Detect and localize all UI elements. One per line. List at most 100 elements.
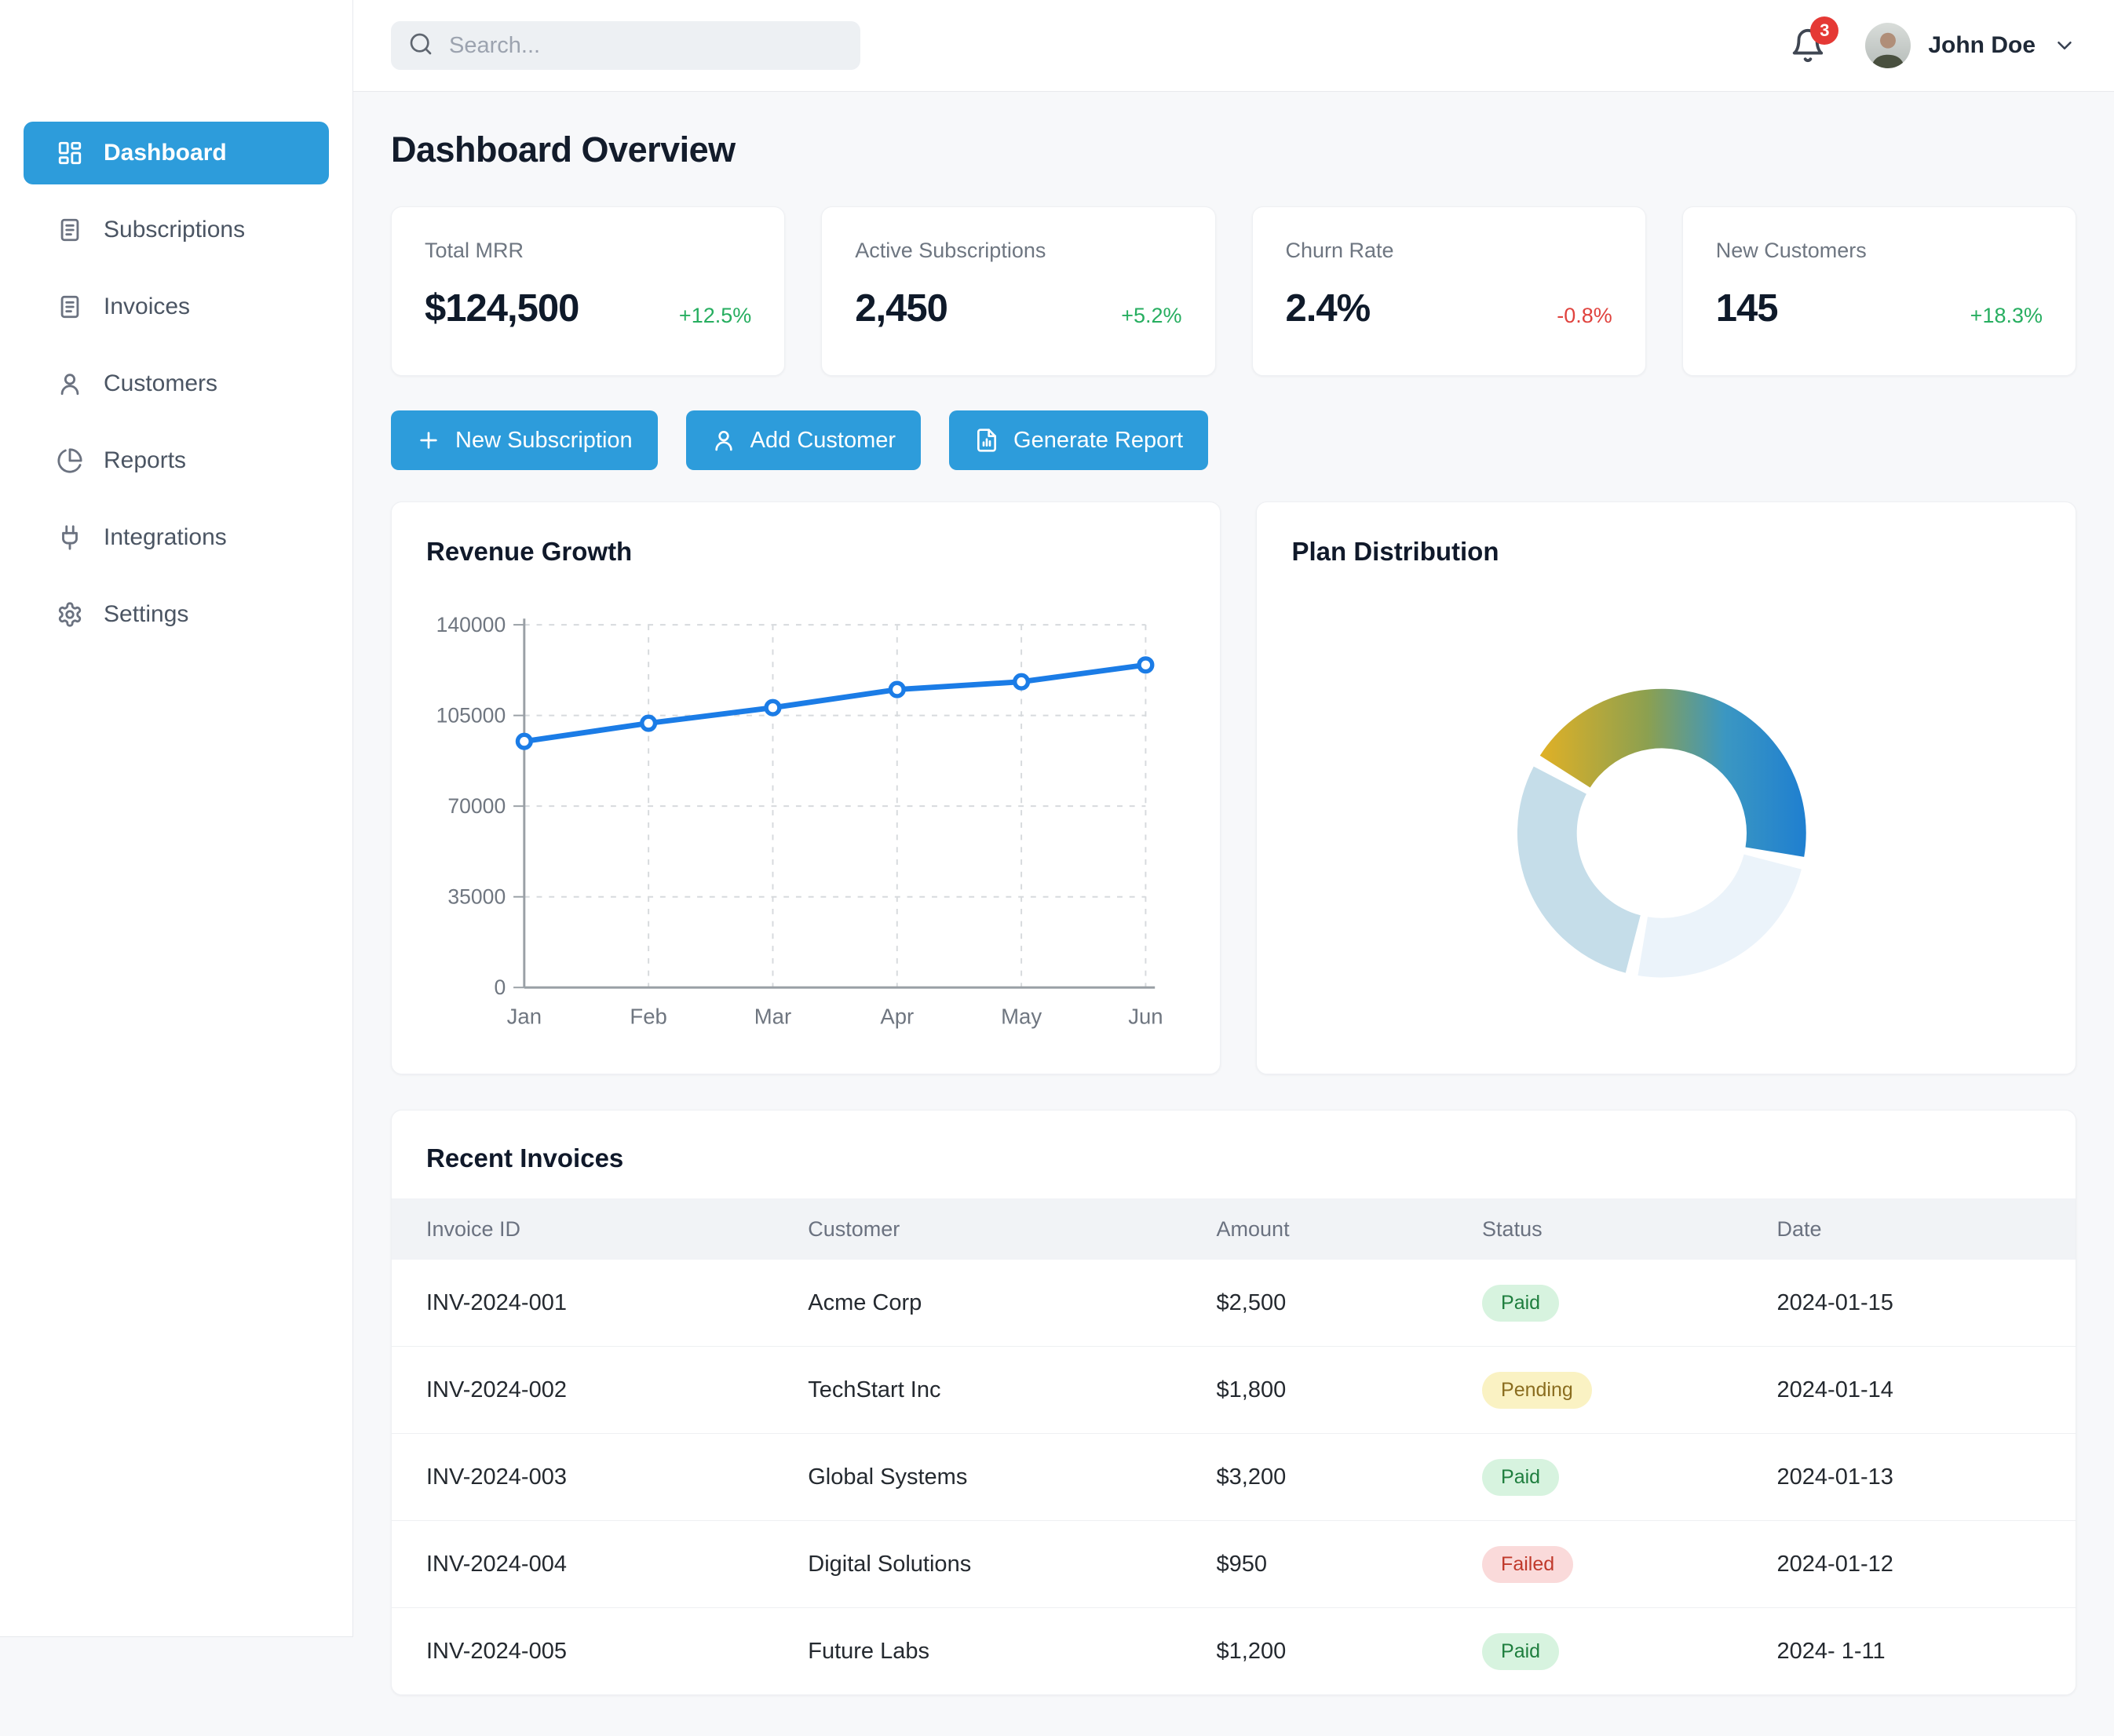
new-subscription-button[interactable]: New Subscription <box>391 410 658 470</box>
cell-customer: Digital Solutions <box>808 1552 1216 1577</box>
kpi-label: New Customers <box>1716 239 2043 263</box>
user-icon <box>711 428 736 453</box>
dashboard-icon <box>57 140 83 166</box>
notifications-button[interactable]: 3 <box>1790 27 1826 64</box>
status-badge: Pending <box>1482 1372 1592 1409</box>
customers-icon <box>57 370 83 397</box>
svg-text:May: May <box>1001 1004 1042 1028</box>
table-row[interactable]: INV-2024-004Digital Solutions$950Failed2… <box>392 1520 2076 1607</box>
integrations-icon <box>57 524 83 551</box>
svg-text:70000: 70000 <box>447 794 506 818</box>
revenue-growth-card: Revenue Growth 03500070000105000140000Ja… <box>391 501 1221 1074</box>
donut-segment-3 <box>1517 767 1641 973</box>
plan-distribution-card: Plan Distribution <box>1256 501 2076 1074</box>
sidebar: Dashboard Subscriptions Invoices Customers R… <box>0 0 353 1637</box>
reports-icon <box>57 447 83 474</box>
cell-customer: TechStart Inc <box>808 1377 1216 1403</box>
cell-status: Paid <box>1482 1633 1776 1670</box>
donut-segment-2 <box>1638 855 1802 978</box>
cell-date: 2024- 1-11 <box>1777 1639 2076 1665</box>
action-button-label: Add Customer <box>750 428 896 454</box>
subscriptions-icon <box>57 217 83 243</box>
svg-text:105000: 105000 <box>436 703 506 727</box>
subscriptions-icon <box>57 217 83 243</box>
main-content: Dashboard Overview Total MRR $124,500+12.… <box>353 92 2114 1736</box>
cell-invoice-id: INV-2024-002 <box>392 1377 808 1403</box>
kpi-card-total-mrr: Total MRR $124,500+12.5% <box>391 206 785 376</box>
cell-amount: $1,800 <box>1217 1377 1483 1403</box>
sidebar-item-customers[interactable]: Customers <box>24 352 329 415</box>
plan-chart-title: Plan Distribution <box>1291 537 2041 567</box>
cell-customer: Global Systems <box>808 1464 1216 1490</box>
sidebar-item-dashboard[interactable]: Dashboard <box>24 122 329 184</box>
cell-date: 2024-01-12 <box>1777 1552 2076 1577</box>
search-icon <box>408 31 433 57</box>
cell-invoice-id: INV-2024-004 <box>392 1552 808 1577</box>
kpi-delta: -0.8% <box>1557 305 1612 328</box>
revenue-line-chart: 03500070000105000140000JanFebMarAprMayJu… <box>426 582 1185 1045</box>
sidebar-item-subscriptions[interactable]: Subscriptions <box>24 199 329 261</box>
sidebar-item-label: Reports <box>104 447 186 474</box>
sidebar-item-invoices[interactable]: Invoices <box>24 275 329 338</box>
search-input-wrapper <box>391 21 860 70</box>
column-header-amount: Amount <box>1217 1217 1483 1242</box>
charts-row: Revenue Growth 03500070000105000140000Ja… <box>391 501 2076 1074</box>
table-row[interactable]: INV-2024-005Future Labs$1,200Paid 2024- 1… <box>392 1607 2076 1694</box>
kpi-value: 2.4% <box>1286 290 1371 328</box>
chevron-down-icon[interactable] <box>2053 34 2076 57</box>
sidebar-item-label: Integrations <box>104 524 227 551</box>
invoices-icon <box>57 294 83 320</box>
recent-invoices-title: Recent Invoices <box>392 1111 2076 1198</box>
user-name[interactable]: John Doe <box>1928 32 2036 59</box>
kpi-delta: +5.2% <box>1121 305 1181 328</box>
reports-icon <box>57 447 83 474</box>
cell-invoice-id: INV-2024-003 <box>392 1464 808 1490</box>
kpi-value-row: 145+18.3% <box>1716 290 2043 328</box>
kpi-value: $124,500 <box>425 290 579 328</box>
invoices-icon <box>57 294 83 320</box>
sidebar-item-label: Settings <box>104 601 188 628</box>
invoice-table-body: INV-2024-001Acme Corp$2,500Paid2024-01-1… <box>392 1260 2076 1694</box>
add-customer-button[interactable]: Add Customer <box>686 410 921 470</box>
cell-amount: $3,200 <box>1217 1464 1483 1490</box>
column-header-invoice-id: Invoice ID <box>392 1217 808 1242</box>
svg-text:Mar: Mar <box>754 1004 791 1028</box>
search-input[interactable] <box>447 32 843 60</box>
sidebar-item-label: Customers <box>104 370 217 397</box>
svg-text:Apr: Apr <box>880 1004 914 1028</box>
sidebar-item-integrations[interactable]: Integrations <box>24 506 329 569</box>
page-title: Dashboard Overview <box>391 129 2076 170</box>
kpi-label: Total MRR <box>425 239 751 263</box>
cell-date: 2024-01-13 <box>1777 1464 2076 1490</box>
sidebar-item-reports[interactable]: Reports <box>24 429 329 492</box>
kpi-value-row: $124,500+12.5% <box>425 290 751 328</box>
table-row[interactable]: INV-2024-002TechStart Inc$1,800Pending20… <box>392 1346 2076 1433</box>
action-button-label: Generate Report <box>1013 428 1183 454</box>
cell-status: Paid <box>1482 1459 1776 1496</box>
cell-invoice-id: INV-2024-005 <box>392 1639 808 1665</box>
status-badge: Paid <box>1482 1633 1559 1670</box>
settings-icon <box>57 601 83 628</box>
sidebar-item-settings[interactable]: Settings <box>24 583 329 646</box>
column-header-status: Status <box>1482 1217 1776 1242</box>
kpi-value: 145 <box>1716 290 1778 328</box>
kpi-value-row: 2,450+5.2% <box>855 290 1181 328</box>
settings-icon <box>57 601 83 628</box>
integrations-icon <box>57 524 83 551</box>
kpi-label: Churn Rate <box>1286 239 1612 263</box>
avatar[interactable] <box>1865 23 1911 68</box>
kpi-value-row: 2.4% -0.8% <box>1286 290 1612 328</box>
donut-segment-1 <box>1540 689 1806 857</box>
kpi-card-churn-rate: Churn Rate 2.4% -0.8% <box>1252 206 1646 376</box>
table-row[interactable]: INV-2024-001Acme Corp$2,500Paid2024-01-1… <box>392 1260 2076 1346</box>
sidebar-item-label: Invoices <box>104 294 190 320</box>
dashboard-icon <box>57 140 83 166</box>
table-row[interactable]: INV-2024-003Global Systems$3,200Paid 2024… <box>392 1433 2076 1520</box>
svg-text:140000: 140000 <box>436 613 506 636</box>
cell-customer: Future Labs <box>808 1639 1216 1665</box>
status-badge: Paid <box>1482 1459 1559 1496</box>
user-icon <box>711 428 736 453</box>
plus-icon <box>416 428 441 453</box>
cell-amount: $1,200 <box>1217 1639 1483 1665</box>
generate-report-button[interactable]: Generate Report <box>949 410 1208 470</box>
